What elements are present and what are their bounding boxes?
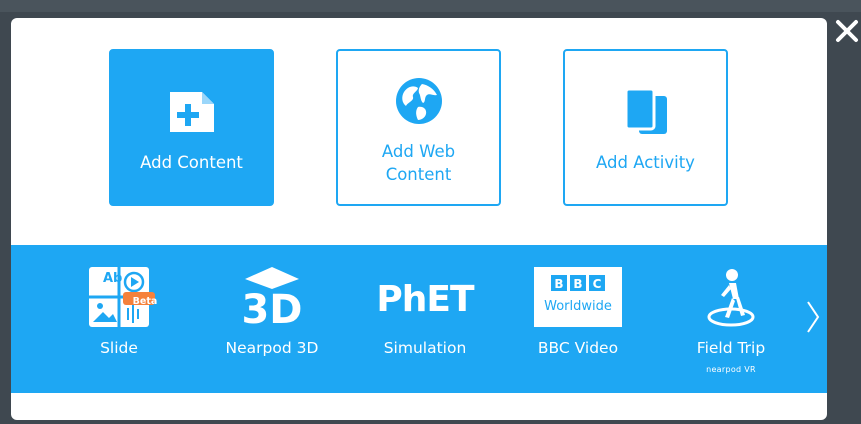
tile-field-trip[interactable]: Field Trip nearpod VR (666, 245, 796, 393)
tile-phet-label: Simulation (383, 339, 467, 357)
add-web-content-button[interactable]: Add Web Content (336, 49, 501, 206)
tile-field-trip-label: Field Trip (696, 339, 766, 357)
close-icon (835, 19, 859, 47)
tile-nearpod-3d[interactable]: 3D Nearpod 3D (207, 245, 337, 393)
nearpod-vr-sublabel: nearpod VR (706, 365, 756, 374)
content-type-carousel: Ab Beta Slide 3D Nearpod 3D PhET Simulat… (11, 245, 827, 393)
nearpod-3d-icon: 3D (207, 265, 337, 329)
phet-logo-text: PhET (376, 279, 475, 320)
backdrop-strip (0, 0, 861, 12)
add-file-icon (166, 81, 218, 143)
tile-slide-label: Slide (100, 339, 138, 357)
add-content-button[interactable]: Add Content (109, 49, 274, 206)
tile-bbc-label: BBC Video (537, 339, 619, 357)
carousel-next-button[interactable] (801, 297, 825, 341)
bbc-letter-3: C (593, 277, 602, 291)
chevron-right-icon (806, 300, 820, 338)
tile-slide[interactable]: Ab Beta Slide (54, 245, 184, 393)
bbc-worldwide-text: Worldwide (544, 299, 612, 314)
phet-logo-icon: PhET (360, 265, 490, 329)
field-trip-icon (666, 265, 796, 329)
add-content-modal: Add Content Add Web Content Add Activity (11, 18, 827, 420)
tile-nearpod-3d-label: Nearpod 3D (225, 339, 319, 357)
slide-ab-text: Ab (103, 271, 123, 286)
tile-phet-simulation[interactable]: PhET Simulation (360, 245, 490, 393)
globe-icon (394, 70, 444, 132)
beta-badge: Beta (132, 296, 158, 307)
close-button[interactable] (832, 16, 861, 50)
bbc-letter-1: B (554, 277, 563, 291)
nearpod-3d-logo-text: 3D (241, 287, 302, 329)
tile-bbc-video[interactable]: B B C Worldwide BBC Video (513, 245, 643, 393)
add-web-content-label: Add Web Content (381, 141, 456, 184)
bbc-worldwide-logo-icon: B B C Worldwide (513, 265, 643, 329)
activity-pages-icon (621, 81, 671, 143)
add-content-label: Add Content (140, 153, 243, 172)
add-activity-button[interactable]: Add Activity (563, 49, 728, 206)
add-activity-label: Add Activity (596, 153, 695, 172)
bbc-letter-2: B (573, 277, 582, 291)
